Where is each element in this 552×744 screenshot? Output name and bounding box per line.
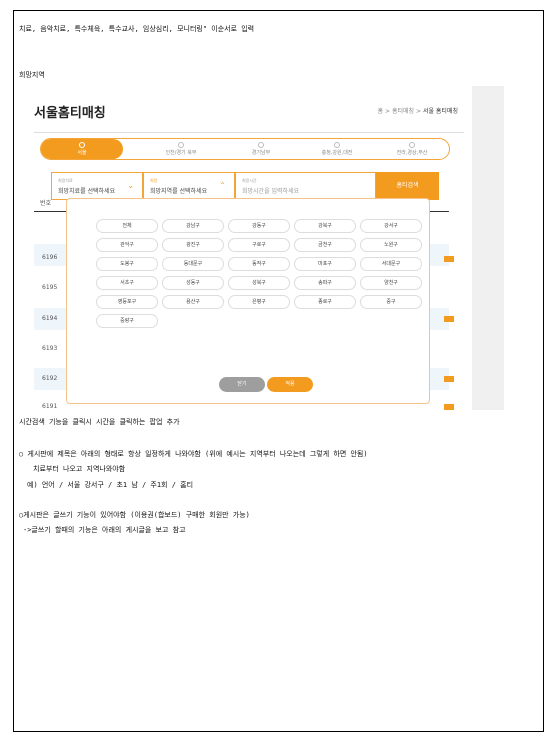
- district-chip[interactable]: 용산구: [162, 295, 224, 309]
- apply-button[interactable]: 적용: [267, 377, 313, 392]
- tab-label: 충청,강원,대전: [321, 150, 353, 156]
- doc-line-order: 치료, 음악치료, 특수체육, 특수교사, 임상심리, 모니터링" 이순서로 입…: [19, 25, 255, 33]
- district-chip[interactable]: 서대문구: [360, 257, 422, 271]
- breadcrumb-separator: >: [416, 108, 422, 115]
- time-input[interactable]: 희망시간 희망시간을 입력하세요: [235, 172, 376, 200]
- tab-label: 경기남부: [251, 150, 271, 156]
- doc-board-rule-2: 치료부터 나오고 지역나와야함: [33, 465, 126, 473]
- time-input-caption: 희망시간: [242, 178, 257, 183]
- district-chip[interactable]: 도봉구: [96, 257, 158, 271]
- district-chip[interactable]: 중랑구: [96, 314, 158, 328]
- region-select-value: 희망지역를 선택하세요: [150, 188, 208, 195]
- district-chip[interactable]: 구로구: [228, 238, 290, 252]
- district-chip[interactable]: 영등포구: [96, 295, 158, 309]
- district-chip[interactable]: 강서구: [360, 219, 422, 233]
- district-chip[interactable]: 금천구: [294, 238, 356, 252]
- title-divider: [34, 132, 464, 133]
- row-number: 6194: [42, 315, 58, 322]
- tab-seoul[interactable]: 서울: [41, 139, 123, 159]
- tab-label: 전라,경상,부산: [396, 150, 428, 156]
- doc-write-rule-2: ->글쓰기 할때의 기능은 아래의 게시글을 보고 참고: [23, 526, 186, 534]
- status-badge: [444, 256, 454, 262]
- time-input-placeholder: 희망시간을 입력하세요: [242, 188, 300, 195]
- row-number: 6195: [42, 284, 58, 291]
- district-chip[interactable]: 강동구: [228, 219, 290, 233]
- tab-label: 인천/경기 북부: [165, 150, 197, 156]
- breadcrumb-current: 서울 홈티매칭: [422, 108, 458, 115]
- therapy-select[interactable]: 희망치료 희망치료를 선택하세요 ⌄: [51, 172, 143, 200]
- district-chip[interactable]: 은평구: [228, 295, 290, 309]
- district-chip[interactable]: 관악구: [96, 238, 158, 252]
- district-chip[interactable]: 노원구: [360, 238, 422, 252]
- tab-chungcheong[interactable]: 충청,강원,대전: [297, 139, 377, 159]
- district-chip[interactable]: 송파구: [294, 276, 356, 290]
- chevron-down-icon: ⌄: [127, 181, 134, 190]
- close-button[interactable]: 닫기: [219, 377, 265, 392]
- location-icon: [258, 142, 264, 148]
- district-chip[interactable]: 강남구: [162, 219, 224, 233]
- region-tabs: 서울 인천/경기 북부 경기남부 충청,강원,대전 전라,경상,부산: [40, 138, 450, 160]
- doc-label-region: 희망지역: [19, 71, 45, 79]
- district-chip[interactable]: 마포구: [294, 257, 356, 271]
- status-badge: [444, 316, 454, 322]
- region-select[interactable]: 희망 희망지역를 선택하세요 ⌃: [143, 172, 235, 200]
- location-icon: [334, 142, 340, 148]
- location-icon: [79, 142, 85, 148]
- district-chip[interactable]: 종로구: [294, 295, 356, 309]
- search-button[interactable]: 홈티검색: [376, 172, 439, 200]
- district-chip[interactable]: 양천구: [360, 276, 422, 290]
- district-chip[interactable]: 성동구: [162, 276, 224, 290]
- row-number: 6193: [42, 345, 58, 352]
- district-chip[interactable]: 전체: [96, 219, 158, 233]
- doc-caption-time: 시간검색 기능을 클릭시 시간을 클릭하는 팝업 추가: [19, 418, 180, 426]
- district-chip[interactable]: 광진구: [162, 238, 224, 252]
- tab-incheon[interactable]: 인천/경기 북부: [141, 139, 221, 159]
- column-number-header: 번호: [40, 200, 52, 207]
- region-select-popup: 전체 강남구 강동구 강북구 강서구관악구 광진구 구로구 금천구 노원구도봉구 동대문구 동작구 마…: [66, 198, 430, 404]
- doc-board-rule: ○ 게시판에 제목은 아래의 형태로 항상 일정하게 나와야함 (위에 예시는 …: [19, 450, 368, 458]
- row-number: 6191: [42, 403, 58, 410]
- district-chip[interactable]: 서초구: [96, 276, 158, 290]
- breadcrumb-separator: >: [385, 108, 391, 115]
- district-chip[interactable]: 강북구: [294, 219, 356, 233]
- therapy-select-caption: 희망치료: [58, 178, 73, 183]
- district-chip[interactable]: 중구: [360, 295, 422, 309]
- therapy-select-value: 희망치료를 선택하세요: [58, 188, 116, 195]
- page-title: 서울홈티매칭: [34, 106, 106, 121]
- tab-gyeonggi-south[interactable]: 경기남부: [221, 139, 301, 159]
- district-chip[interactable]: 성북구: [228, 276, 290, 290]
- location-icon: [409, 142, 415, 148]
- embedded-screenshot: 서울홈티매칭 홈 > 홈티매칭 > 서울 홈티매칭 서울 인천/경기 북부 경기…: [19, 86, 504, 410]
- breadcrumb-home[interactable]: 홈: [378, 108, 384, 115]
- chevron-up-icon: ⌃: [219, 181, 226, 190]
- district-chip[interactable]: 동작구: [228, 257, 290, 271]
- row-number: 6196: [42, 254, 58, 261]
- district-chip[interactable]: 동대문구: [162, 257, 224, 271]
- region-select-caption: 희망: [150, 178, 158, 183]
- location-icon: [178, 142, 184, 148]
- doc-write-rule: ○게시판은 글쓰기 기능이 있어야함 (이용권(합보드) 구매한 회원만 가능): [19, 511, 250, 519]
- side-gray-bar: [472, 86, 504, 410]
- breadcrumb-mid[interactable]: 홈티매칭: [392, 108, 414, 115]
- breadcrumb: 홈 > 홈티매칭 > 서울 홈티매칭: [378, 106, 458, 115]
- status-badge: [444, 404, 454, 410]
- tab-jeolla[interactable]: 전라,경상,부산: [375, 139, 449, 159]
- tab-label: 서울: [77, 150, 87, 156]
- row-number: 6192: [42, 375, 58, 382]
- doc-example: 예) 언어 / 서울 강서구 / 초1 남 / 주1회 / 홈티: [27, 481, 194, 489]
- status-badge: [444, 376, 454, 382]
